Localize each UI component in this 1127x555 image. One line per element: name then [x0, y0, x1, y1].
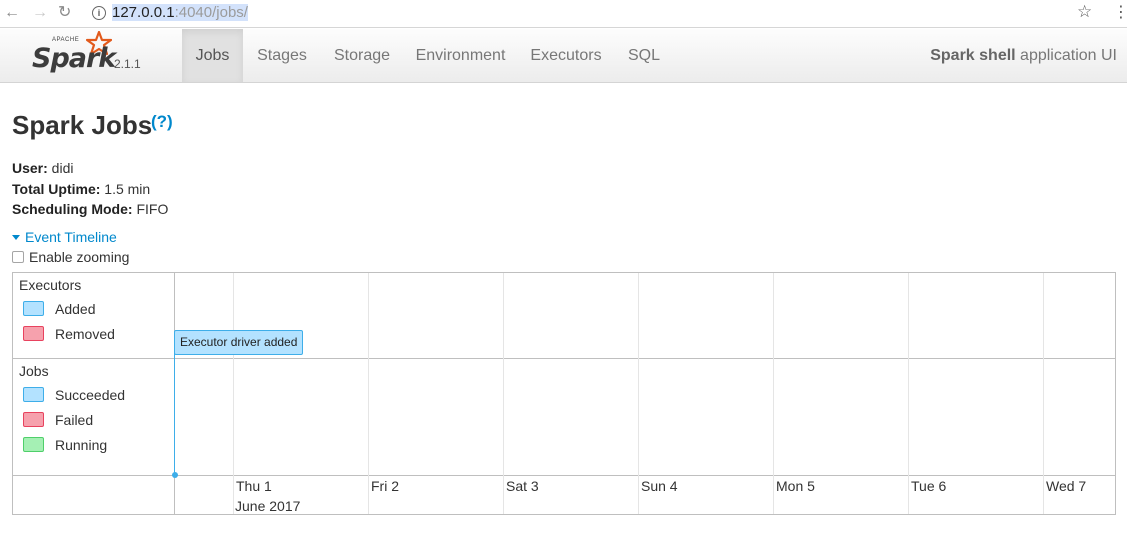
- browser-menu-icon[interactable]: ⋮: [1113, 2, 1127, 22]
- legend-swatch-removed: [23, 326, 44, 341]
- event-timeline[interactable]: Executors Added Removed Jobs Succeeded F…: [12, 272, 1116, 515]
- app-suffix: application UI: [1015, 47, 1117, 64]
- legend-failed: Failed: [23, 412, 93, 428]
- spark-logo[interactable]: APACHE Spark 2.1.1: [30, 29, 175, 82]
- axis-tick: [368, 475, 369, 514]
- axis-label-sun: Sun 4: [641, 478, 678, 494]
- grid-line: [1043, 273, 1044, 475]
- enable-zooming-row[interactable]: Enable zooming: [12, 249, 129, 265]
- spark-navbar: APACHE Spark 2.1.1 Jobs Stages Storage E…: [0, 29, 1127, 83]
- axis-label-wed: Wed 7: [1046, 478, 1087, 494]
- app-name: Spark shell: [930, 47, 1016, 64]
- event-timeline-label: Event Timeline: [25, 229, 117, 245]
- legend-added: Added: [23, 301, 95, 317]
- axis-major-label: June 2017: [235, 498, 301, 514]
- axis-label-sat: Sat 3: [506, 478, 539, 494]
- legend-removed-label: Removed: [55, 326, 115, 342]
- back-arrow-icon[interactable]: ←: [4, 4, 20, 22]
- enable-zooming-checkbox[interactable]: [12, 251, 24, 263]
- legend-succeeded: Succeeded: [23, 387, 125, 403]
- legend-removed: Removed: [23, 326, 115, 342]
- grid-line: [233, 273, 234, 475]
- reload-icon[interactable]: ↻: [58, 4, 71, 22]
- grid-line: [368, 273, 369, 475]
- url-host: 127.0.0.1: [112, 4, 175, 21]
- brand-spark-text: Spark: [32, 43, 116, 74]
- scheduling-row: Scheduling Mode: FIFO: [12, 199, 168, 220]
- legend-added-label: Added: [55, 301, 96, 317]
- axis-label-tue: Tue 6: [911, 478, 947, 494]
- grid-line: [503, 273, 504, 475]
- jobs-group-label: Jobs: [19, 363, 49, 379]
- legend-swatch-succeeded: [23, 387, 44, 402]
- user-value: didi: [47, 160, 74, 176]
- browser-toolbar: ← → ↻ i 127.0.0.1:4040/jobs/ ☆ ⋮: [0, 0, 1127, 28]
- timeline-group-divider: [13, 358, 1115, 359]
- axis-tick: [773, 475, 774, 514]
- grid-line: [638, 273, 639, 475]
- user-row: User: didi: [12, 158, 168, 179]
- event-marker-dot: [172, 472, 178, 478]
- legend-swatch-running: [23, 437, 44, 452]
- axis-label-thu: Thu 1: [236, 478, 272, 494]
- user-label: User:: [12, 160, 48, 176]
- timeline-axis-line: [13, 475, 1115, 476]
- grid-line: [773, 273, 774, 475]
- uptime-label: Total Uptime:: [12, 180, 101, 197]
- info-icon[interactable]: i: [92, 6, 106, 20]
- application-title: Spark shell application UI: [930, 29, 1117, 82]
- job-summary: User: didi Total Uptime: 1.5 min Schedul…: [12, 158, 168, 220]
- axis-tick: [1043, 475, 1044, 514]
- uptime-value: 1.5 min: [100, 180, 151, 197]
- scheduling-value: FIFO: [132, 201, 169, 217]
- axis-tick: [233, 475, 234, 514]
- legend-swatch-added: [23, 301, 44, 316]
- scheduling-label: Scheduling Mode:: [12, 201, 133, 217]
- tab-sql[interactable]: SQL: [619, 29, 669, 82]
- url-text[interactable]: 127.0.0.1:4040/jobs/: [112, 4, 248, 21]
- event-timeline-toggle[interactable]: Event Timeline: [12, 229, 117, 245]
- legend-swatch-failed: [23, 412, 44, 427]
- tab-stages[interactable]: Stages: [248, 29, 316, 82]
- executor-driver-added-event[interactable]: Executor driver added: [174, 330, 304, 355]
- url-path: :4040/jobs/: [174, 4, 248, 21]
- enable-zooming-label: Enable zooming: [29, 249, 130, 265]
- tab-storage[interactable]: Storage: [326, 29, 398, 82]
- caret-down-icon: [12, 235, 20, 240]
- page-title: Spark Jobs: [12, 110, 153, 140]
- legend-running: Running: [23, 437, 107, 453]
- legend-running-label: Running: [55, 437, 108, 453]
- axis-tick: [638, 475, 639, 514]
- legend-succeeded-label: Succeeded: [55, 387, 126, 403]
- tab-jobs[interactable]: Jobs: [182, 29, 243, 82]
- axis-label-mon: Mon 5: [776, 478, 815, 494]
- executors-group-label: Executors: [19, 277, 82, 293]
- axis-tick: [908, 475, 909, 514]
- bookmark-star-icon[interactable]: ☆: [1077, 2, 1092, 22]
- axis-label-fri: Fri 2: [371, 478, 399, 494]
- tab-executors[interactable]: Executors: [523, 29, 609, 82]
- legend-failed-label: Failed: [55, 412, 94, 428]
- axis-tick: [503, 475, 504, 514]
- tab-environment[interactable]: Environment: [408, 29, 513, 82]
- uptime-row: Total Uptime: 1.5 min: [12, 179, 168, 200]
- spark-version: 2.1.1: [114, 57, 141, 71]
- event-marker-line: [174, 353, 175, 475]
- help-link[interactable]: (?): [151, 112, 173, 132]
- forward-arrow-icon[interactable]: →: [32, 4, 48, 22]
- address-bar[interactable]: i 127.0.0.1:4040/jobs/: [86, 1, 1095, 25]
- grid-line: [908, 273, 909, 475]
